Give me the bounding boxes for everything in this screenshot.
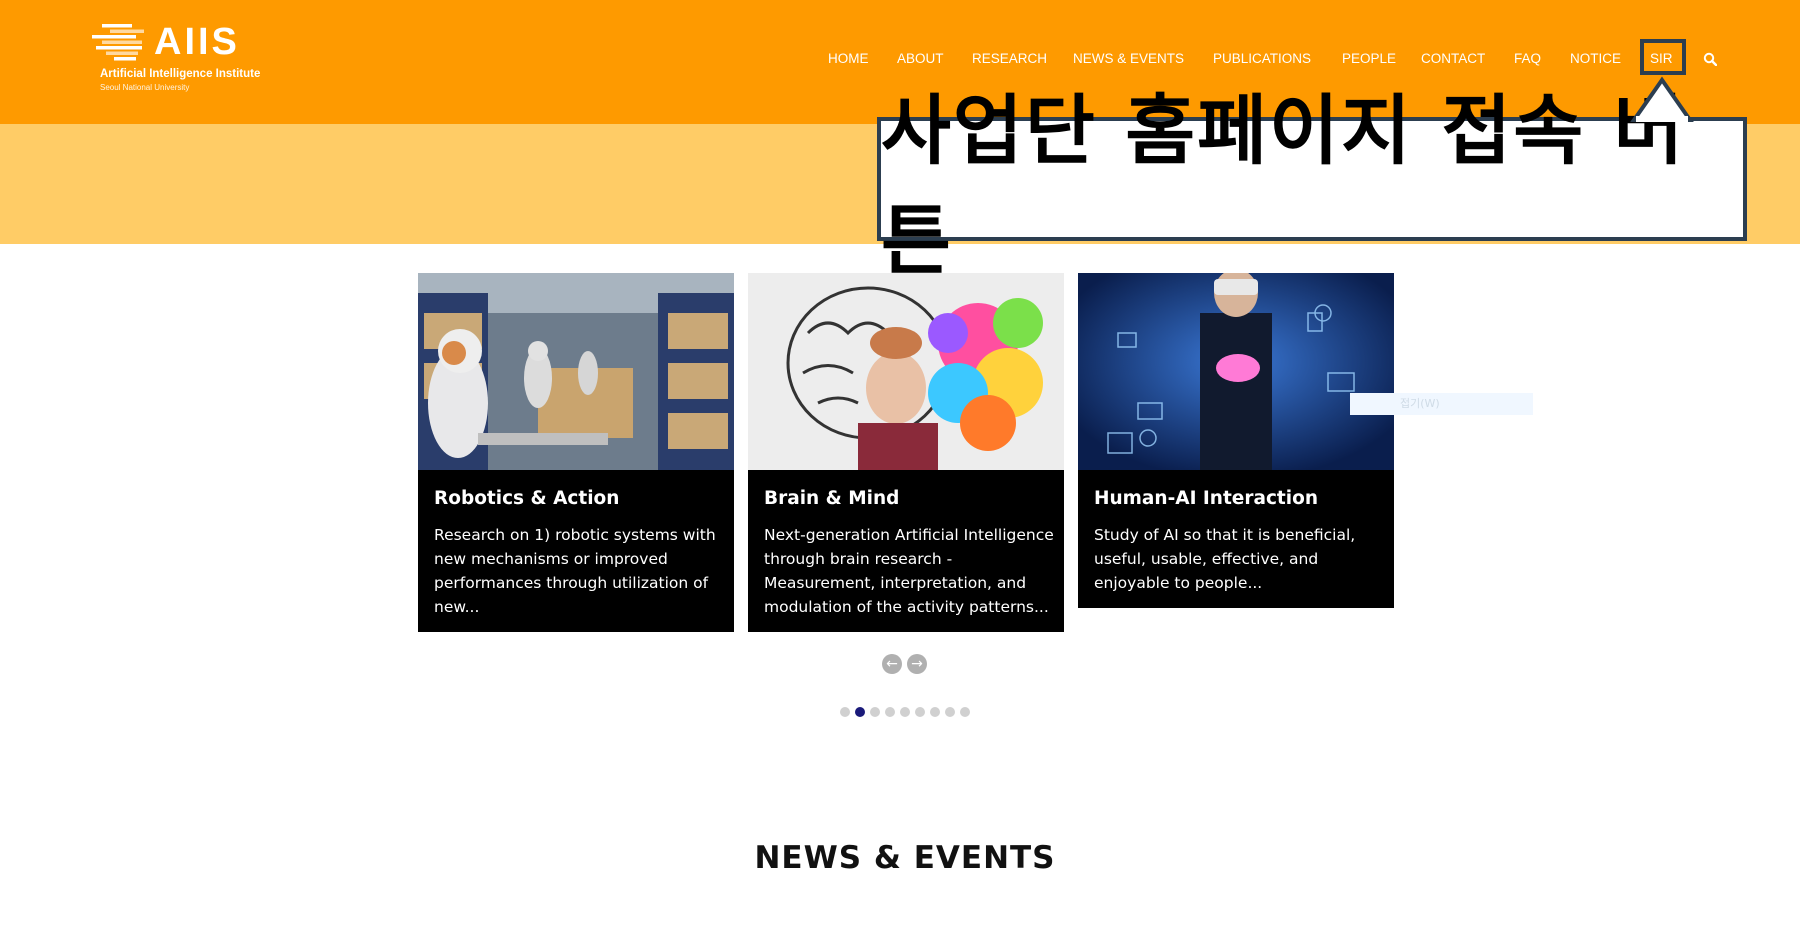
card-robotics[interactable]: Robotics & Action Research on 1) robotic… — [418, 273, 734, 632]
nav-home[interactable]: HOME — [828, 44, 869, 74]
robot-warehouse-image — [418, 273, 734, 470]
brain-mind-image — [748, 273, 1064, 470]
carousel-dot[interactable] — [915, 707, 925, 717]
callout-pointer-icon — [1630, 76, 1694, 122]
card-brain-mind[interactable]: Brain & Mind Next-generation Artificial … — [748, 273, 1064, 632]
arrow-left-icon[interactable]: ← — [882, 654, 902, 674]
card-title: Robotics & Action — [434, 488, 620, 509]
card-description: Next-generation Artificial Intelligence … — [764, 526, 1054, 616]
logo-university: Seoul National University — [100, 83, 190, 92]
human-ai-image — [1078, 273, 1394, 470]
carousel-dot[interactable] — [960, 707, 970, 717]
news-events-heading: NEWS & EVENTS — [754, 840, 1056, 876]
carousel-dot[interactable] — [840, 707, 850, 717]
carousel-dot[interactable] — [900, 707, 910, 717]
card-description: Study of AI so that it is beneficial, us… — [1094, 526, 1356, 592]
carousel-dot[interactable] — [885, 707, 895, 717]
annotation-callout: 사업단 홈페이지 접속 버튼 — [877, 86, 1747, 285]
carousel-dot[interactable] — [870, 707, 880, 717]
callout-text: 사업단 홈페이지 접속 버튼 — [881, 86, 1686, 285]
arrow-right-icon[interactable]: → — [907, 654, 927, 674]
carousel-dot[interactable] — [945, 707, 955, 717]
card-human-ai[interactable]: Human-AI Interaction Study of AI so that… — [1078, 273, 1394, 608]
card-description: Research on 1) robotic systems with new … — [434, 526, 716, 616]
carousel-dot-active[interactable] — [855, 707, 865, 717]
ghost-tooltip: 접기(W) — [1350, 393, 1533, 415]
card-title: Brain & Mind — [764, 488, 900, 509]
carousel-dot[interactable] — [930, 707, 940, 717]
card-title: Human-AI Interaction — [1094, 488, 1318, 509]
